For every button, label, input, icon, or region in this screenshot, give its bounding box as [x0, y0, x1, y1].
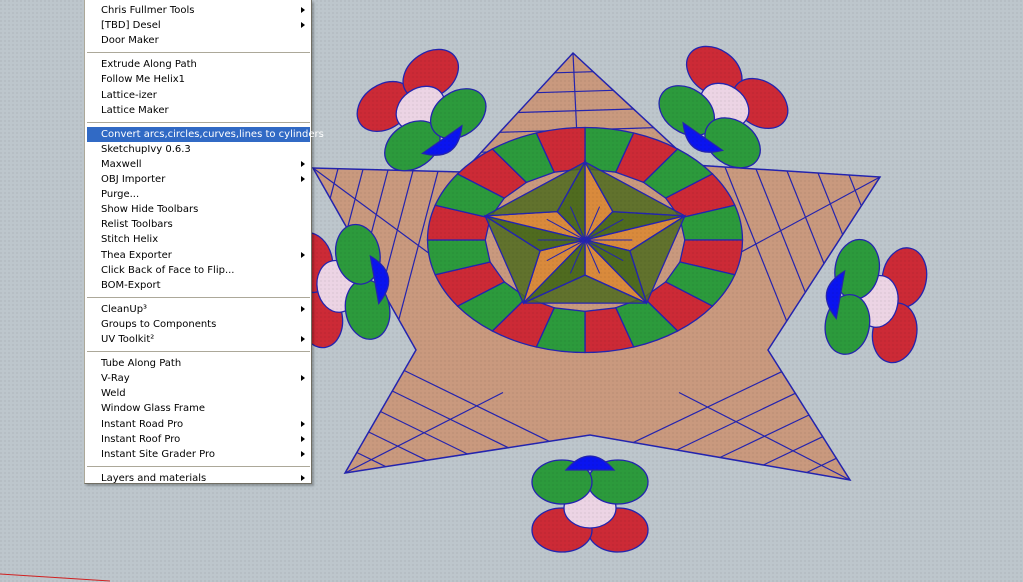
menu-item-label: UV Toolkit²	[101, 334, 155, 345]
menu-item-tbd-desel[interactable]: [TBD] Desel	[87, 18, 310, 33]
menu-item-label: Chris Fullmer Tools	[101, 5, 195, 16]
menu-item-label: Instant Roof Pro	[101, 433, 181, 445]
menu-item-show-hide-toolbars[interactable]: Show Hide Toolbars	[87, 202, 310, 217]
menu-item-label: Thea Exporter	[101, 249, 172, 261]
menu-item-relist-toolbars[interactable]: Relist Toolbars	[87, 217, 310, 232]
menu-item-label: Convert arcs,circles,curves,lines to cyl…	[101, 128, 324, 140]
menu-item-label: Weld	[101, 388, 126, 400]
menu-item-layers-and-materials[interactable]: Layers and materials	[87, 471, 310, 486]
menu-item-instant-roof-pro[interactable]: Instant Roof Pro	[87, 432, 310, 447]
submenu-arrow-icon	[301, 450, 305, 457]
submenu-arrow-icon	[301, 176, 305, 182]
menu-item-door-maker[interactable]: Door Maker	[87, 33, 310, 48]
submenu-arrow-icon	[301, 22, 305, 29]
submenu-arrow-icon	[301, 251, 305, 258]
submenu-arrow-icon	[301, 305, 305, 312]
menu-item-label: Show Hide Toolbars	[101, 204, 199, 216]
menu-item-label: [TBD] Desel	[101, 20, 161, 32]
menu-item-label: Extrude Along Path	[101, 59, 197, 71]
menu-item-label: Follow Me Helix1	[101, 74, 186, 86]
menu-item-weld[interactable]: Weld	[87, 386, 310, 401]
menu-separator	[87, 52, 310, 54]
submenu-arrow-icon	[301, 474, 305, 481]
menu-separator	[87, 351, 310, 353]
submenu-arrow-icon	[301, 336, 305, 342]
menu-item-uv-toolkit[interactable]: UV Toolkit²	[87, 332, 310, 347]
menu-item-instant-road-pro[interactable]: Instant Road Pro	[87, 417, 310, 432]
menu-item-lattice-izer[interactable]: Lattice-izer	[87, 88, 310, 103]
menu-item-label: Window Glass Frame	[101, 403, 206, 415]
menu-item-label: Door Maker	[101, 35, 159, 47]
menu-item-sketchupivy-0-6-3[interactable]: SketchupIvy 0.6.3	[87, 142, 310, 157]
menu-item-maxwell[interactable]: Maxwell	[87, 157, 310, 172]
menu-item-purge[interactable]: Purge...	[87, 187, 310, 202]
menu-item-label: SketchupIvy 0.6.3	[101, 143, 191, 155]
menu-item-label: Stitch Helix	[101, 234, 159, 246]
menu-item-thea-exporter[interactable]: Thea Exporter	[87, 248, 310, 263]
plugins-dropdown-menu[interactable]: Chris Fullmer Tools [TBD] Desel Door Maker…	[84, 0, 324, 486]
menu-item-label: Lattice Maker	[101, 104, 169, 116]
menu-item-label: OBJ Importer	[101, 174, 166, 185]
menu-item-label: CleanUp³	[101, 303, 148, 315]
menu-item-label: Click Back of Face to Flip...	[101, 264, 235, 276]
menu-item-tube-along-path[interactable]: Tube Along Path	[87, 356, 310, 371]
menu-item-click-back-of-face-to-flip[interactable]: Click Back of Face to Flip...	[87, 263, 310, 278]
menu-item-groups-to-components[interactable]: Groups to Components	[87, 317, 310, 332]
submenu-arrow-icon	[301, 375, 305, 382]
menu-item-label: Instant Site Grader Pro	[101, 448, 216, 460]
menu-item-window-glass-frame[interactable]: Window Glass Frame	[87, 401, 310, 416]
menu-item-label: Lattice-izer	[101, 89, 157, 101]
menu-item-label: Relist Toolbars	[101, 219, 173, 231]
menu-item-follow-me-helix1[interactable]: Follow Me Helix1	[87, 72, 310, 87]
menu-item-convert-arcs-circles-curves-lines-to-cylinders[interactable]: Convert arcs,circles,curves,lines to cyl…	[87, 126, 324, 142]
menu-item-label: BOM-Export	[101, 279, 161, 291]
menu-item-lattice-maker[interactable]: Lattice Maker	[87, 103, 310, 118]
menu-item-label: Layers and materials	[101, 472, 207, 484]
menu-item-label: Groups to Components	[101, 318, 217, 330]
menu-item-chris-fullmer-tools[interactable]: Chris Fullmer Tools	[87, 3, 310, 18]
menu-item-bom-export[interactable]: BOM-Export	[87, 278, 310, 293]
menu-item-obj-importer[interactable]: OBJ Importer	[87, 172, 310, 187]
menu-item-v-ray[interactable]: V-Ray	[87, 371, 310, 386]
menu-item-cleanup[interactable]: CleanUp³	[87, 302, 310, 317]
menu-item-instant-site-grader-pro[interactable]: Instant Site Grader Pro	[87, 447, 310, 462]
menu-item-stitch-helix[interactable]: Stitch Helix	[87, 232, 310, 247]
menu-item-label: Purge...	[101, 189, 140, 201]
submenu-arrow-icon	[301, 420, 305, 427]
menu-separator	[87, 465, 310, 467]
submenu-arrow-icon	[301, 160, 305, 167]
menu-item-label: Tube Along Path	[101, 358, 182, 370]
menu-item-label: Instant Road Pro	[101, 418, 184, 430]
menu-item-extrude-along-path[interactable]: Extrude Along Path	[87, 57, 310, 72]
menu-item-label: V-Ray	[101, 373, 130, 385]
submenu-arrow-icon	[301, 7, 305, 13]
menu-separator	[87, 121, 310, 123]
menu-separator	[87, 296, 310, 298]
menu-item-label: Maxwell	[101, 158, 142, 170]
submenu-arrow-icon	[301, 435, 305, 442]
